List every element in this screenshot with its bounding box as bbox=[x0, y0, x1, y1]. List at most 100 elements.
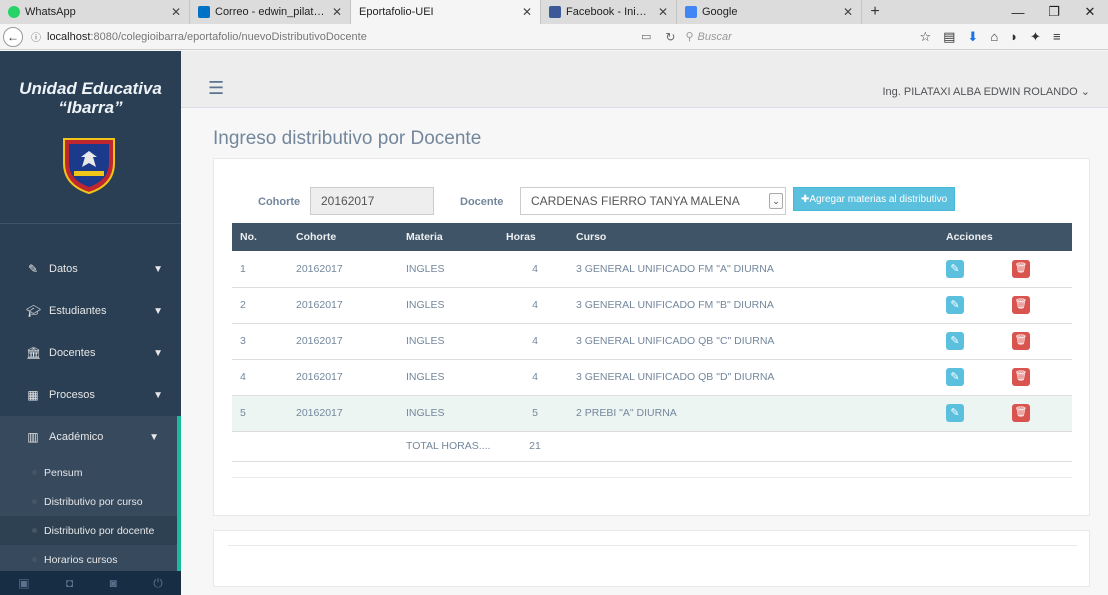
extension-icon[interactable]: ✦ bbox=[1030, 29, 1041, 45]
tab-label: Facebook - Inicia sesión o re bbox=[566, 6, 652, 18]
tab-facebook[interactable]: Facebook - Inicia sesión o re ✕ bbox=[541, 0, 677, 24]
sidebar-item-docentes[interactable]: 🏛︎ Docentes ▼ bbox=[0, 332, 181, 374]
tab-correo[interactable]: Correo - edwin_pilataxi@hot ✕ bbox=[190, 0, 351, 24]
info-icon[interactable]: ⓘ bbox=[31, 29, 41, 44]
delete-button-trash-icon[interactable]: 🗑︎ bbox=[1012, 296, 1030, 314]
url-path: :8080/colegioibarra/eportafolio/nuevoDis… bbox=[90, 30, 367, 43]
table-row: 5 20162017 INGLES 5 2 PREBI "A" DIURNA ✎… bbox=[232, 395, 1072, 431]
cell-no: 1 bbox=[240, 262, 246, 275]
cohorte-field[interactable]: 20162017 bbox=[310, 187, 434, 215]
close-icon[interactable]: ✕ bbox=[522, 5, 532, 19]
sidebar-item-procesos[interactable]: ▦ Procesos ▼ bbox=[0, 374, 181, 416]
delete-button-trash-icon[interactable]: 🗑︎ bbox=[1012, 404, 1030, 422]
sidebar-menu: ✎ Datos ▼ 🎓︎ Estudiantes ▼ 🏛︎ Docentes ▼… bbox=[0, 248, 181, 574]
docente-select[interactable]: CARDENAS FIERRO TANYA MALENA ⌄ bbox=[520, 187, 786, 215]
close-icon[interactable]: ✕ bbox=[658, 5, 668, 19]
delete-button-trash-icon[interactable]: 🗑︎ bbox=[1012, 332, 1030, 350]
reload-icon[interactable]: ↻ bbox=[665, 30, 675, 44]
cell-edit: ✎ bbox=[940, 395, 1006, 431]
tab-eportafolio[interactable]: Eportafolio-UEI ✕ bbox=[351, 0, 541, 24]
cell-cohorte: 20162017 bbox=[296, 371, 343, 383]
cell-edit: ✎ bbox=[940, 251, 1006, 287]
submenu-item-distributivo-curso[interactable]: Distributivo por curso bbox=[0, 487, 177, 516]
edit-button-pencil-icon[interactable]: ✎ bbox=[946, 404, 964, 422]
logout-icon[interactable]: ⏻ bbox=[153, 576, 163, 591]
sidebar-item-label: Docentes bbox=[49, 347, 96, 359]
tab-whatsapp[interactable]: WhatsApp ✕ bbox=[0, 0, 190, 24]
cell-horas: 4 bbox=[532, 299, 538, 311]
sidebar-footer: ▣ ◘ ◙ ⏻ bbox=[0, 571, 181, 595]
submenu-item-distributivo-docente[interactable]: Distributivo por docente bbox=[0, 516, 177, 545]
edit-button-pencil-icon[interactable]: ✎ bbox=[946, 332, 964, 350]
lock-icon[interactable]: ◙ bbox=[110, 576, 117, 590]
maximize-icon[interactable]: ❐ bbox=[1036, 0, 1072, 24]
close-icon[interactable]: ✕ bbox=[332, 5, 342, 19]
edit-button-pencil-icon[interactable]: ✎ bbox=[946, 259, 964, 278]
reader-view-icon[interactable]: ▭ bbox=[641, 30, 651, 43]
edit-button-pencil-icon[interactable]: ✎ bbox=[946, 368, 964, 386]
google-icon bbox=[685, 6, 697, 18]
back-arrow-icon[interactable]: ← bbox=[3, 26, 23, 47]
add-button-label: Agregar materias al distributivo bbox=[809, 193, 948, 205]
sidebar-item-estudiantes[interactable]: 🎓︎ Estudiantes ▼ bbox=[0, 290, 181, 332]
cell-delete: 🗑︎ bbox=[1006, 359, 1072, 395]
cell-curso: 3 GENERAL UNIFICADO QB "C" DIURNA bbox=[576, 335, 775, 347]
cell-horas: 5 bbox=[532, 407, 538, 419]
close-icon[interactable]: ✕ bbox=[843, 5, 853, 19]
star-icon[interactable]: ☆ bbox=[919, 29, 931, 45]
cell-edit: ✎ bbox=[940, 287, 1006, 323]
search-input[interactable]: ⚲ Buscar bbox=[681, 27, 901, 47]
fullscreen-icon[interactable]: ◘ bbox=[66, 576, 73, 590]
home-icon[interactable]: ⌂ bbox=[990, 29, 998, 45]
new-tab-button[interactable]: + bbox=[862, 0, 888, 24]
close-icon[interactable]: ✕ bbox=[171, 5, 181, 19]
cell-no: 2 bbox=[240, 299, 246, 311]
submenu-item-pensum[interactable]: Pensum bbox=[0, 458, 177, 487]
sidebar-item-label: Procesos bbox=[49, 389, 95, 401]
cell-materia: INGLES bbox=[406, 299, 445, 311]
url-host: localhost bbox=[47, 30, 91, 43]
cell-empty bbox=[232, 431, 290, 461]
delete-button-trash-icon[interactable]: 🗑︎ bbox=[1012, 368, 1030, 386]
total-label: TOTAL HORAS.... bbox=[406, 440, 491, 452]
window-controls: — ❐ ✕ bbox=[1000, 0, 1108, 24]
distributivo-table: No. Cohorte Materia Horas Curso Acciones… bbox=[232, 223, 1072, 462]
download-icon[interactable]: ⬇ bbox=[967, 29, 978, 45]
close-window-icon[interactable]: ✕ bbox=[1072, 0, 1108, 24]
brand-line-2: “Ibarra” bbox=[58, 98, 123, 117]
cell-curso: 3 GENERAL UNIFICADO FM "B" DIURNA bbox=[576, 299, 774, 311]
sidebar-item-academico[interactable]: ▥ Académico ▼ bbox=[0, 416, 181, 458]
cell-delete: 🗑︎ bbox=[1006, 323, 1072, 359]
sidebar-item-datos[interactable]: ✎ Datos ▼ bbox=[0, 248, 181, 290]
total-row: TOTAL HORAS.... 21 bbox=[232, 431, 1072, 461]
cell-no: 3 bbox=[240, 335, 246, 347]
edit-button-pencil-icon[interactable]: ✎ bbox=[946, 296, 964, 314]
library-icon[interactable]: ▤ bbox=[943, 29, 955, 45]
brand-title[interactable]: Unidad Educativa “Ibarra” bbox=[0, 51, 181, 117]
docente-selected-value: CARDENAS FIERRO TANYA MALENA bbox=[531, 194, 740, 208]
top-nav: ☰ Ing. PILATAXI ALBA EDWIN ROLANDO ⌄ bbox=[181, 51, 1108, 108]
cell-empty bbox=[1006, 431, 1072, 461]
user-menu[interactable]: Ing. PILATAXI ALBA EDWIN ROLANDO ⌄ bbox=[883, 85, 1091, 98]
chevron-down-icon: ▼ bbox=[149, 431, 159, 443]
cohorte-label: Cohorte bbox=[258, 196, 301, 208]
hamburger-menu-icon[interactable]: ☰ bbox=[208, 78, 224, 99]
cell-horas: 4 bbox=[532, 262, 538, 275]
cell-empty bbox=[570, 431, 940, 461]
settings-icon[interactable]: ▣ bbox=[18, 576, 29, 590]
cell-cohorte: 20162017 bbox=[296, 335, 343, 347]
add-materias-button[interactable]: ✚ Agregar materias al distributivo bbox=[793, 187, 956, 211]
minimize-icon[interactable]: — bbox=[1000, 0, 1036, 24]
whatsapp-icon bbox=[8, 6, 20, 18]
column-header-acciones: Acciones bbox=[946, 231, 993, 243]
tab-google[interactable]: Google ✕ bbox=[677, 0, 862, 24]
cell-materia: INGLES bbox=[406, 262, 445, 275]
cell-horas: 4 bbox=[532, 371, 538, 383]
url-bar[interactable]: ⓘ localhost:8080/colegioibarra/eportafol… bbox=[27, 27, 547, 47]
sidebar-item-label: Académico bbox=[49, 431, 104, 443]
menu-icon[interactable]: ≡ bbox=[1053, 29, 1061, 45]
submenu-item-horarios-cursos[interactable]: Horarios cursos bbox=[0, 545, 177, 574]
brand-line-1: Unidad Educativa bbox=[19, 79, 162, 98]
pocket-icon[interactable]: ◗ bbox=[1010, 29, 1018, 45]
delete-button-trash-icon[interactable]: 🗑︎ bbox=[1012, 259, 1030, 278]
